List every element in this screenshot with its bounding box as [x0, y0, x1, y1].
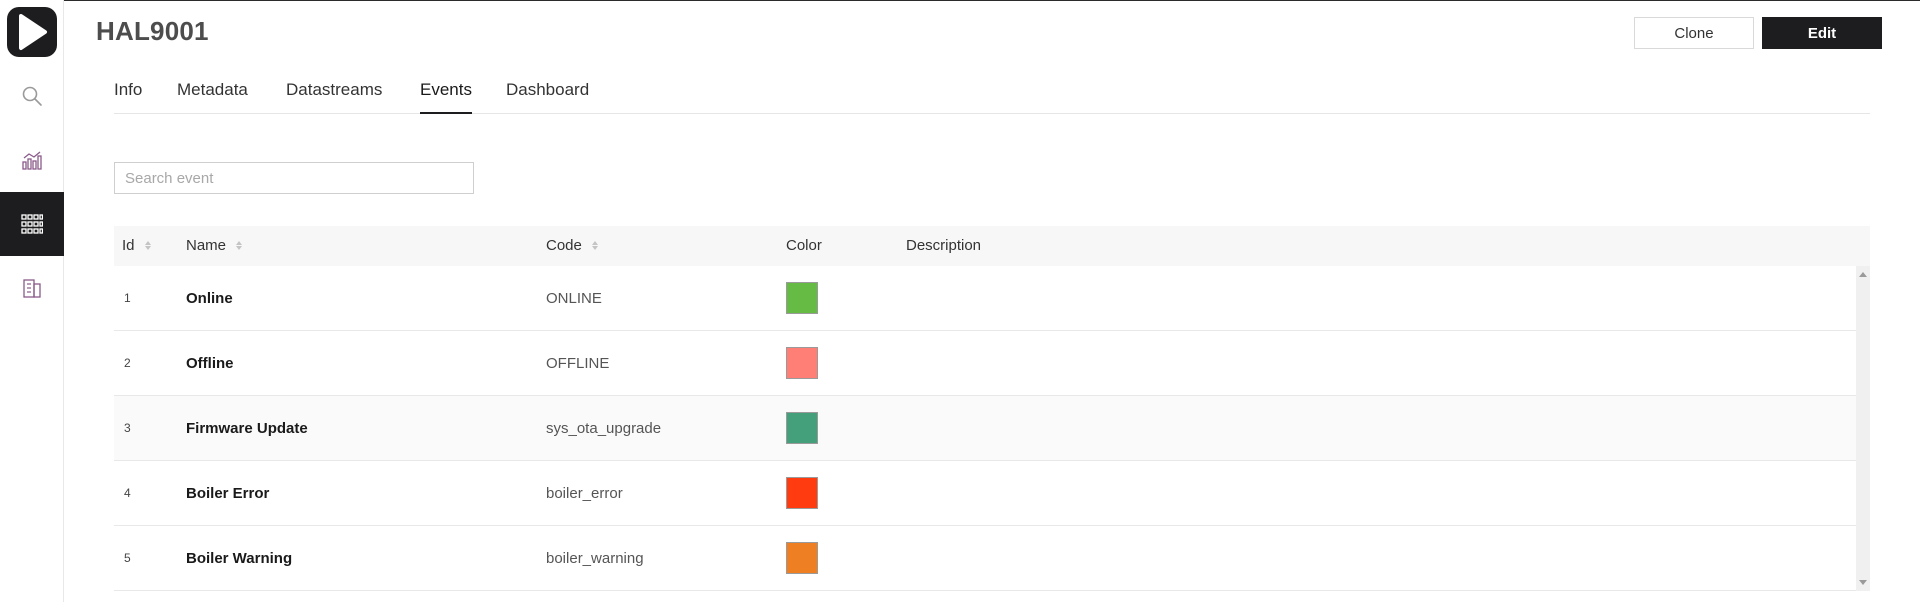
column-header-description: Description [906, 237, 981, 254]
event-name: Boiler Error [186, 484, 270, 502]
table-row[interactable]: 2 Offline OFFLINE [114, 331, 1856, 396]
event-name: Offline [186, 354, 234, 372]
tab-bar: Info Metadata Datastreams Events Dashboa… [114, 68, 1870, 114]
clone-button[interactable]: Clone [1634, 17, 1754, 49]
event-id: 3 [124, 421, 131, 435]
scroll-down-arrow-icon[interactable] [1859, 580, 1867, 585]
table-row[interactable]: 5 Boiler Warning boiler_warning [114, 526, 1856, 591]
page-title: HAL9001 [96, 16, 209, 46]
building-icon [23, 279, 41, 298]
event-code: boiler_warning [546, 549, 644, 567]
event-name: Online [186, 289, 233, 307]
tab-info[interactable]: Info [114, 80, 142, 114]
search-icon [22, 86, 42, 106]
grid-apps-icon [21, 214, 43, 234]
sidebar-item-search[interactable] [0, 64, 64, 128]
edit-button[interactable]: Edit [1762, 17, 1882, 49]
analytics-chart-icon [22, 151, 42, 170]
table-row[interactable]: 4 Boiler Error boiler_error [114, 461, 1856, 526]
event-code: ONLINE [546, 289, 602, 307]
event-code: sys_ota_upgrade [546, 419, 662, 437]
column-header-label: Color [786, 237, 822, 254]
window-top-border [0, 0, 1920, 1]
event-name: Firmware Update [186, 419, 308, 437]
sidebar-item-buildings[interactable] [0, 256, 64, 320]
scroll-up-arrow-icon[interactable] [1859, 272, 1867, 277]
sort-icon[interactable] [236, 241, 243, 250]
tab-events[interactable]: Events [420, 80, 472, 114]
tab-dashboard[interactable]: Dashboard [506, 80, 589, 114]
event-code: OFFLINE [546, 354, 610, 372]
event-color [786, 331, 818, 395]
tab-datastreams[interactable]: Datastreams [286, 80, 382, 114]
column-header-label: Description [906, 237, 982, 254]
column-header-name[interactable]: Name [186, 237, 243, 254]
event-id: 4 [124, 486, 131, 500]
event-name: Boiler Warning [186, 549, 293, 567]
event-id: 2 [124, 356, 131, 370]
color-swatch [786, 542, 818, 574]
event-id: 5 [124, 551, 131, 565]
app-logo[interactable] [7, 7, 57, 57]
event-id: 1 [124, 291, 131, 305]
events-table-header: Id Name Code Color Description [114, 226, 1870, 266]
color-swatch [786, 347, 818, 379]
event-color [786, 396, 818, 460]
column-header-label: Id [122, 237, 135, 254]
column-header-label: Code [546, 237, 582, 254]
color-swatch [786, 282, 818, 314]
events-table-body: 1 Online ONLINE 2 Offline OFFLINE 3 Firm… [114, 266, 1856, 591]
table-scrollbar[interactable] [1856, 266, 1870, 591]
column-header-label: Name [186, 237, 227, 254]
search-event-input[interactable] [114, 162, 474, 194]
color-swatch [786, 477, 818, 509]
color-swatch [786, 412, 818, 444]
event-color [786, 461, 818, 525]
tab-metadata[interactable]: Metadata [177, 80, 248, 114]
column-header-color: Color [786, 237, 822, 254]
sidebar-item-analytics[interactable] [0, 128, 64, 192]
column-header-code[interactable]: Code [546, 237, 598, 254]
sort-icon[interactable] [144, 241, 151, 250]
event-color [786, 526, 818, 590]
table-row[interactable]: 3 Firmware Update sys_ota_upgrade [114, 396, 1856, 461]
table-row[interactable]: 1 Online ONLINE [114, 266, 1856, 331]
event-code: boiler_error [546, 484, 623, 502]
sidebar-item-apps[interactable] [0, 192, 64, 256]
event-color [786, 266, 818, 330]
column-header-id[interactable]: Id [122, 237, 151, 254]
sort-icon[interactable] [591, 241, 598, 250]
play-logo-icon [19, 14, 47, 50]
sidebar [0, 0, 64, 602]
